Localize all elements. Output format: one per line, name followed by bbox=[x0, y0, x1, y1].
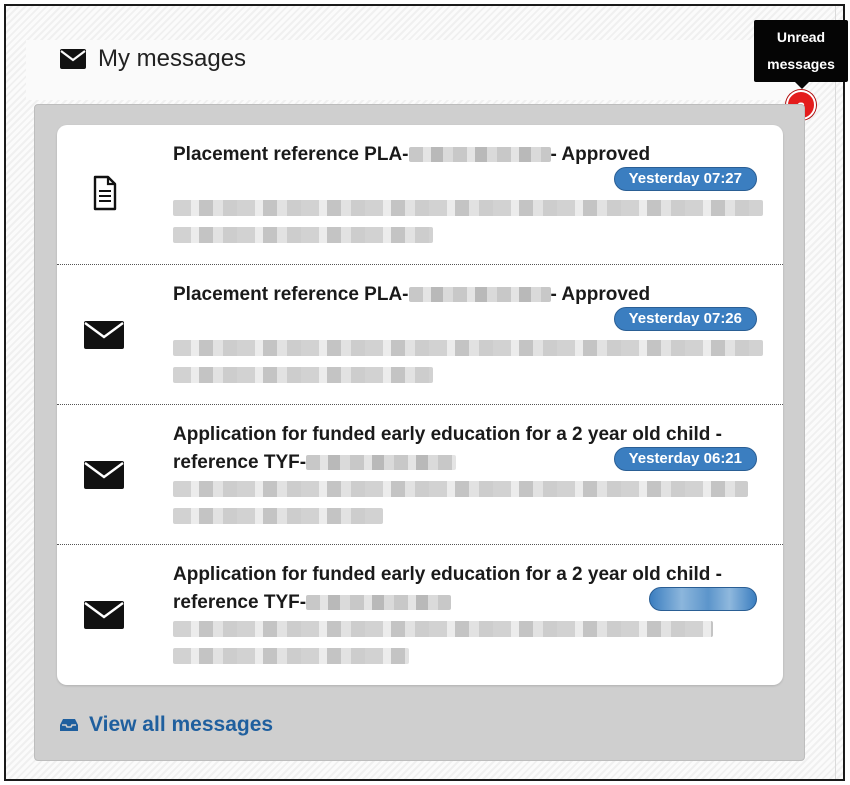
message-item[interactable]: Placement reference PLA- - Approved Yeste… bbox=[57, 125, 783, 264]
page-title: My messages bbox=[98, 45, 247, 72]
message-title[interactable]: Placement reference PLA- - Approved bbox=[173, 141, 763, 169]
tooltip-line-2: messages bbox=[767, 56, 835, 72]
message-item[interactable]: Application for funded early education f… bbox=[57, 404, 783, 544]
message-title-suffix: - Approved bbox=[550, 284, 651, 305]
message-date-badge: Yesterday 06:21 bbox=[613, 447, 757, 471]
message-preview-blurred bbox=[173, 508, 383, 524]
view-all-messages-link[interactable]: View all messages bbox=[59, 713, 273, 737]
document-icon bbox=[93, 175, 117, 211]
message-title-line: Application for funded early education f… bbox=[173, 564, 722, 585]
message-date-badge bbox=[649, 587, 757, 611]
message-preview-blurred bbox=[173, 481, 748, 497]
tooltip-line-1: Unread bbox=[776, 29, 826, 45]
message-title-prefix: reference TYF- bbox=[173, 592, 307, 613]
message-item[interactable]: Placement reference PLA- - Approved Yeste… bbox=[57, 264, 783, 404]
redacted-reference bbox=[306, 595, 452, 611]
redacted-reference bbox=[306, 455, 457, 471]
message-title-line: Application for funded early education f… bbox=[173, 424, 722, 445]
unread-tooltip: Unread messages bbox=[754, 20, 848, 89]
message-preview-blurred bbox=[173, 227, 433, 243]
inbox-icon bbox=[60, 719, 78, 731]
envelope-icon bbox=[60, 49, 86, 69]
message-date-badge: Yesterday 07:27 bbox=[613, 167, 757, 191]
message-title-prefix: Placement reference PLA- bbox=[173, 284, 409, 305]
view-all-label: View all messages bbox=[89, 713, 274, 736]
message-date-badge: Yesterday 07:26 bbox=[613, 307, 757, 331]
message-preview-blurred bbox=[173, 367, 433, 383]
message-title-prefix: reference TYF- bbox=[173, 452, 307, 473]
widget-header: My messages bbox=[60, 45, 246, 73]
redacted-reference bbox=[408, 287, 551, 303]
message-title-prefix: Placement reference PLA- bbox=[173, 144, 409, 165]
message-preview-blurred bbox=[173, 340, 763, 356]
message-preview-blurred bbox=[173, 621, 713, 637]
message-preview-blurred bbox=[173, 648, 409, 664]
messages-panel: Placement reference PLA- - Approved Yeste… bbox=[34, 104, 805, 761]
redacted-reference bbox=[408, 147, 551, 163]
message-preview-blurred bbox=[173, 200, 763, 216]
message-item[interactable]: Application for funded early education f… bbox=[57, 544, 783, 684]
envelope-icon bbox=[84, 601, 124, 629]
message-list: Placement reference PLA- - Approved Yeste… bbox=[57, 125, 783, 685]
envelope-icon bbox=[84, 461, 124, 489]
message-title[interactable]: Placement reference PLA- - Approved bbox=[173, 281, 763, 309]
envelope-icon bbox=[84, 321, 124, 349]
column-divider bbox=[835, 6, 836, 779]
message-title-suffix: - Approved bbox=[550, 144, 651, 165]
